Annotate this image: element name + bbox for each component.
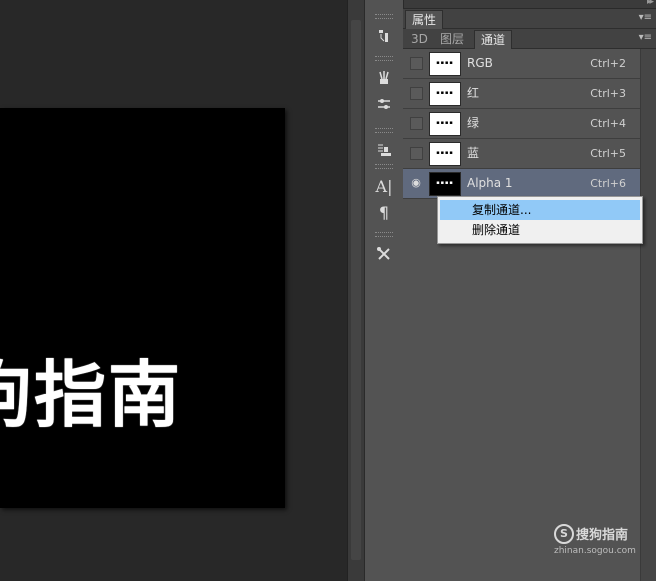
- tab-properties[interactable]: 属性: [405, 10, 444, 29]
- channel-shortcut: Ctrl+4: [590, 117, 626, 130]
- channel-thumbnail: ▪▪▪▪: [429, 142, 461, 166]
- tool-group-history: [368, 14, 400, 49]
- tool-group-tools: [368, 232, 400, 267]
- panel-menu-icon[interactable]: ▾≡: [639, 32, 652, 43]
- properties-tab-row: 属性 ▾≡: [403, 9, 656, 29]
- channel-name: 绿: [467, 116, 480, 130]
- layers-tab-row: 3D 图层 通道 ▾≡: [403, 29, 656, 49]
- watermark-brand: 搜狗指南: [576, 528, 629, 543]
- paragraph-icon[interactable]: ¶: [368, 199, 400, 225]
- channel-row-alpha[interactable]: ◉ ▪▪▪▪ Alpha 1 Ctrl+6: [403, 169, 640, 199]
- grip-handle[interactable]: [375, 56, 393, 61]
- visibility-toggle[interactable]: [410, 57, 423, 70]
- channel-shortcut: Ctrl+5: [590, 147, 626, 160]
- character-icon[interactable]: A|: [368, 173, 400, 199]
- tool-group-clone: [368, 128, 400, 163]
- brush-presets-icon[interactable]: [368, 65, 400, 91]
- visibility-toggle[interactable]: [410, 117, 423, 130]
- brush-settings-icon[interactable]: [368, 91, 400, 117]
- channel-name: RGB: [467, 56, 493, 70]
- panel-vertical-scrollbar[interactable]: [640, 49, 656, 581]
- tool-group-adjust: [368, 56, 400, 117]
- tool-presets-icon[interactable]: [368, 241, 400, 267]
- grip-handle[interactable]: [375, 14, 393, 19]
- tab-channels[interactable]: 通道: [474, 30, 513, 49]
- channel-thumbnail: ▪▪▪▪: [429, 172, 461, 196]
- panel-menu-icon[interactable]: ▾≡: [639, 12, 652, 23]
- tab-layers[interactable]: 图层: [434, 30, 470, 48]
- watermark-url: zhinan.sogou.com: [554, 546, 636, 556]
- grip-handle[interactable]: [375, 128, 393, 133]
- document-canvas[interactable]: 狗指南: [0, 108, 285, 508]
- channel-row-red[interactable]: ▪▪▪▪ 红 Ctrl+3: [403, 79, 640, 109]
- visibility-toggle[interactable]: [410, 147, 423, 160]
- menu-item-delete-channel[interactable]: 删除通道: [440, 220, 640, 240]
- canvas-vertical-scrollbar[interactable]: [347, 0, 364, 581]
- channel-name: 蓝: [467, 146, 480, 160]
- channel-row-rgb[interactable]: ▪▪▪▪ RGB Ctrl+2: [403, 49, 640, 79]
- history-icon[interactable]: [368, 23, 400, 49]
- canvas-scroll-thumb[interactable]: [351, 20, 361, 560]
- grip-handle[interactable]: [375, 164, 393, 169]
- channel-shortcut: Ctrl+3: [590, 87, 626, 100]
- tool-group-type: A| ¶: [368, 164, 400, 225]
- channel-name: Alpha 1: [467, 176, 513, 190]
- visibility-toggle[interactable]: [410, 87, 423, 100]
- eye-icon[interactable]: ◉: [409, 176, 423, 190]
- channels-panel-group: 属性 ▾≡ 3D 图层 通道 ▾≡ ▪▪▪▪ RGB Ctrl+2 ▪▪▪▪ 红…: [403, 9, 656, 581]
- watermark: S 搜狗指南 zhinan.sogou.com: [548, 524, 638, 560]
- channel-row-blue[interactable]: ▪▪▪▪ 蓝 Ctrl+5: [403, 139, 640, 169]
- dock-collapse-bar[interactable]: ◂◂ ▸▸: [364, 0, 656, 9]
- tab-3d[interactable]: 3D: [405, 30, 434, 48]
- grip-handle[interactable]: [375, 232, 393, 237]
- channel-row-green[interactable]: ▪▪▪▪ 绿 Ctrl+4: [403, 109, 640, 139]
- channel-thumbnail: ▪▪▪▪: [429, 82, 461, 106]
- channels-list: ▪▪▪▪ RGB Ctrl+2 ▪▪▪▪ 红 Ctrl+3 ▪▪▪▪ 绿 Ctr…: [403, 49, 640, 199]
- document-canvas-area[interactable]: 狗指南: [0, 0, 347, 581]
- channel-thumbnail: ▪▪▪▪: [429, 52, 461, 76]
- channel-name: 红: [467, 86, 480, 100]
- channel-context-menu: 复制通道... 删除通道: [437, 196, 643, 244]
- sogou-logo-icon: S: [554, 524, 574, 544]
- channel-shortcut: Ctrl+2: [590, 57, 626, 70]
- clone-source-icon[interactable]: [368, 137, 400, 163]
- channel-shortcut: Ctrl+6: [590, 177, 626, 190]
- panel-icon-strip: A| ¶: [364, 0, 404, 581]
- menu-item-duplicate-channel[interactable]: 复制通道...: [440, 200, 640, 220]
- collapse-right-icon[interactable]: ▸▸: [647, 0, 654, 7]
- channel-thumbnail: ▪▪▪▪: [429, 112, 461, 136]
- canvas-text-layer: 狗指南: [0, 353, 183, 437]
